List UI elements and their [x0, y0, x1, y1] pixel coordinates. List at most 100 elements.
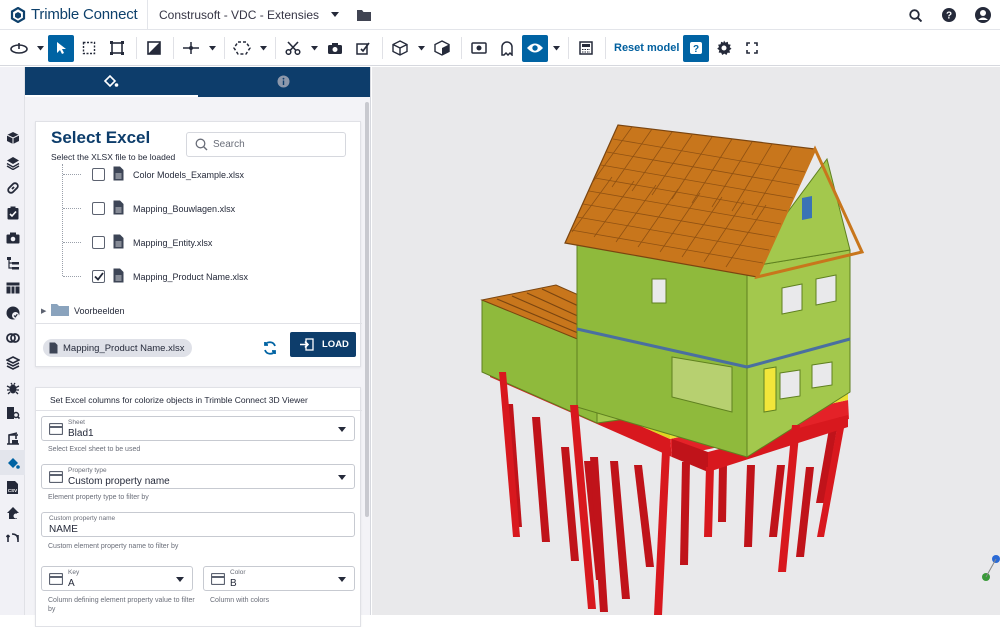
list-item[interactable]: Mapping_Product Name.xlsx	[36, 260, 346, 294]
selected-file-chip[interactable]: Mapping_Product Name.xlsx	[43, 339, 193, 357]
toolbar-divider	[173, 37, 174, 59]
property-type-select[interactable]: Property type Custom property name	[41, 464, 355, 489]
chevron-down-icon[interactable]	[308, 35, 320, 62]
sheet-select[interactable]: Sheet Blad1	[41, 416, 355, 441]
clash-icon[interactable]	[350, 35, 376, 62]
csv-icon[interactable]: CSV	[0, 475, 25, 500]
search-input[interactable]: Search	[186, 132, 346, 157]
top-right-actions: ?	[898, 0, 1000, 30]
search-icon	[195, 138, 208, 151]
paint-bucket-icon	[104, 74, 119, 88]
layers-icon[interactable]	[0, 150, 25, 175]
panel-tabs	[25, 67, 370, 97]
building-search-icon[interactable]	[0, 400, 25, 425]
svg-text:?: ?	[946, 11, 952, 22]
select-icon[interactable]	[48, 34, 74, 62]
models-cube-icon[interactable]	[0, 125, 25, 150]
scrollbar-thumb[interactable]	[365, 102, 369, 517]
field-label: Color	[230, 569, 246, 576]
list-item[interactable]: Color Models_Example.xlsx	[36, 164, 346, 192]
clash-detect-icon[interactable]	[0, 325, 25, 350]
app-logo[interactable]: Trimble Connect	[0, 0, 148, 30]
key-select[interactable]: Key A	[41, 566, 193, 591]
search-icon[interactable]	[898, 0, 932, 30]
project-selector[interactable]: Construsoft - VDC - Extensies	[148, 8, 372, 22]
stack-icon[interactable]	[0, 350, 25, 375]
left-sidebar: CSV	[0, 67, 25, 615]
tree-branch	[63, 276, 81, 277]
settings-icon[interactable]	[711, 35, 737, 62]
cut-icon[interactable]	[280, 35, 306, 62]
chevron-down-icon	[331, 11, 340, 17]
file-checkbox[interactable]	[92, 168, 105, 181]
fullscreen-icon[interactable]	[739, 35, 765, 62]
chevron-right-icon[interactable]: ▶	[41, 307, 46, 315]
load-button[interactable]: LOAD	[290, 332, 356, 357]
box-select-icon[interactable]	[76, 35, 102, 62]
tab-info[interactable]	[198, 67, 371, 97]
ghost-icon[interactable]	[494, 35, 520, 62]
3d-viewer-canvas[interactable]	[372, 67, 1000, 615]
chevron-down-icon	[176, 577, 184, 582]
clip-icon[interactable]	[141, 35, 167, 62]
todo-icon[interactable]	[0, 200, 25, 225]
field-label: Property type	[68, 467, 107, 474]
toolbar-divider	[605, 37, 606, 59]
top-bar: Trimble Connect Construsoft - VDC - Exte…	[0, 0, 1000, 30]
file-checkbox[interactable]	[92, 270, 105, 283]
camera-views-icon[interactable]	[0, 225, 25, 250]
divider	[36, 323, 362, 324]
crane-icon[interactable]	[0, 425, 25, 450]
toolbar-divider	[275, 37, 276, 59]
file-name: Mapping_Product Name.xlsx	[133, 272, 249, 282]
file-checkbox[interactable]	[92, 236, 105, 249]
chevron-down-icon[interactable]	[550, 35, 562, 62]
table-icon	[49, 573, 63, 585]
help-icon[interactable]: ?	[932, 0, 966, 30]
camera-icon[interactable]	[322, 35, 348, 62]
field-value: Blad1	[68, 428, 94, 439]
reset-model-button[interactable]: Reset model	[610, 42, 683, 54]
user-avatar-icon[interactable]	[966, 0, 1000, 30]
list-item[interactable]: Mapping_Bouwlagen.xlsx	[36, 192, 346, 226]
chevron-down-icon[interactable]	[415, 35, 427, 62]
chevron-down-icon[interactable]	[34, 35, 46, 62]
orbit-icon[interactable]	[6, 35, 32, 62]
field-label: Sheet	[68, 419, 85, 426]
checkmark-icon	[93, 272, 104, 281]
file-checkbox[interactable]	[92, 202, 105, 215]
file-tree: Color Models_Example.xlsx Mapping_Bouwla…	[36, 164, 346, 316]
markup-icon[interactable]	[229, 35, 255, 62]
extension-panel: Select Excel Select the XLSX file to be …	[25, 67, 371, 627]
paint-bucket-icon[interactable]	[0, 450, 25, 475]
snapshot-icon[interactable]	[466, 35, 492, 62]
view-icon[interactable]	[429, 35, 455, 62]
fit-icon[interactable]	[104, 35, 130, 62]
chevron-down-icon[interactable]	[206, 35, 218, 62]
list-item[interactable]: Mapping_Entity.xlsx	[36, 226, 346, 260]
color-select[interactable]: Color B	[203, 566, 355, 591]
help-icon[interactable]: ?	[683, 34, 710, 62]
trimble-logo-icon	[10, 6, 26, 23]
custom-property-input[interactable]: Custom property name NAME	[41, 512, 355, 537]
table-icon[interactable]	[0, 275, 25, 300]
panel-scrollbar[interactable]	[364, 97, 370, 615]
calculator-icon[interactable]	[573, 35, 599, 62]
chevron-down-icon[interactable]	[257, 35, 269, 62]
home-settings-icon[interactable]	[0, 500, 25, 525]
sync-icon[interactable]	[0, 525, 25, 550]
select-excel-card: Select Excel Select the XLSX file to be …	[35, 121, 362, 367]
link-icon[interactable]	[0, 175, 25, 200]
visibility-icon[interactable]	[522, 34, 548, 62]
hierarchy-icon[interactable]	[0, 250, 25, 275]
file-name: Mapping_Bouwlagen.xlsx	[133, 204, 236, 214]
folder-icon[interactable]	[357, 9, 372, 21]
field-help: Element property type to filter by	[48, 494, 149, 501]
refresh-icon[interactable]	[262, 340, 278, 356]
tab-colorize[interactable]	[25, 67, 198, 97]
cube-icon[interactable]	[387, 35, 413, 62]
folder-item[interactable]: ▶ Voorbeelden	[36, 294, 346, 316]
measure-icon[interactable]	[178, 35, 204, 62]
bug-icon[interactable]	[0, 375, 25, 400]
check-status-icon[interactable]	[0, 300, 25, 325]
